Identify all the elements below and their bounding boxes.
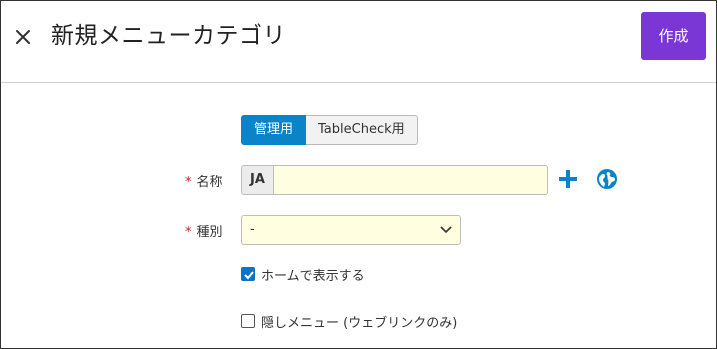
show-on-home-checkbox[interactable] bbox=[241, 267, 255, 281]
language-badge: JA bbox=[241, 165, 273, 195]
name-input[interactable] bbox=[273, 165, 548, 195]
toggle-tablecheck[interactable]: TableCheck用 bbox=[306, 115, 418, 145]
close-icon bbox=[16, 30, 30, 44]
globe-icon bbox=[597, 169, 617, 189]
type-label: * 種別 bbox=[185, 221, 223, 240]
page-title: 新規メニューカテゴリ bbox=[51, 23, 286, 49]
translate-button[interactable] bbox=[596, 168, 618, 190]
close-button[interactable] bbox=[9, 23, 37, 51]
plus-icon bbox=[559, 170, 577, 188]
dialog: 新規メニューカテゴリ 作成 管理用 TableCheck用 * 名称 JA * 種別… bbox=[0, 0, 717, 349]
name-label-text: 名称 bbox=[196, 175, 223, 190]
name-label: * 名称 bbox=[185, 171, 223, 190]
add-translation-button[interactable] bbox=[557, 168, 579, 190]
hidden-menu-checkbox[interactable] bbox=[241, 314, 255, 328]
audience-toggle: 管理用 TableCheck用 bbox=[241, 115, 418, 145]
show-on-home-label: ホームで表示する bbox=[261, 268, 365, 284]
chevron-down-icon bbox=[440, 226, 452, 234]
hidden-menu-label: 隠しメニュー (ウェブリンクのみ) bbox=[261, 315, 458, 331]
show-on-home-option[interactable]: ホームで表示する bbox=[241, 265, 365, 284]
check-icon bbox=[244, 271, 254, 280]
type-select[interactable]: - bbox=[241, 215, 461, 245]
create-button[interactable]: 作成 bbox=[641, 12, 706, 60]
required-mark: * bbox=[185, 225, 192, 240]
required-mark: * bbox=[185, 175, 192, 190]
type-label-text: 種別 bbox=[196, 225, 223, 240]
type-select-value: - bbox=[250, 222, 255, 237]
hidden-menu-option[interactable]: 隠しメニュー (ウェブリンクのみ) bbox=[241, 312, 458, 331]
toggle-admin[interactable]: 管理用 bbox=[241, 115, 307, 145]
dialog-header: 新規メニューカテゴリ 作成 bbox=[1, 1, 716, 83]
